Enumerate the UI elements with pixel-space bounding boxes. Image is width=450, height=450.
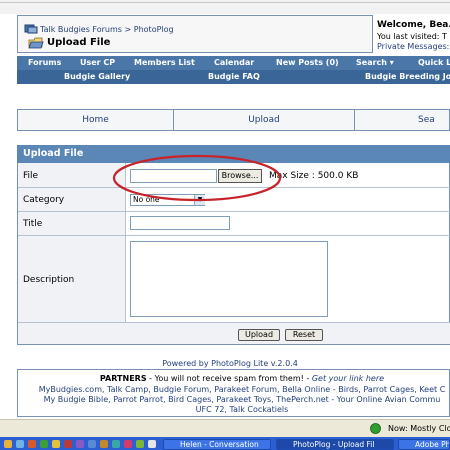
max-size-text: Max Size : 500.0 KB bbox=[269, 171, 359, 181]
tab-home[interactable]: Home bbox=[18, 110, 173, 130]
divider bbox=[18, 211, 450, 212]
partners-get-link[interactable]: Get your link here bbox=[312, 374, 384, 383]
quick-launch-icon[interactable] bbox=[148, 440, 156, 448]
form-button-row bbox=[18, 323, 450, 344]
powered-by-text[interactable]: Powered by PhotoPlog Lite v.2.0.4 bbox=[0, 359, 450, 368]
nav-user-cp[interactable]: User CP bbox=[80, 58, 115, 67]
taskbar-adobe-window[interactable]: Adobe Pho bbox=[398, 439, 450, 450]
breadcrumb-section-link[interactable]: PhotoPlog bbox=[134, 25, 174, 34]
partners-heading: PARTNERS bbox=[99, 374, 147, 383]
nav-calendar[interactable]: Calendar bbox=[214, 58, 254, 67]
last-visited-text: You last visited: T bbox=[377, 32, 447, 41]
description-textarea[interactable] bbox=[130, 241, 328, 317]
welcome-text: Welcome, Bea. bbox=[377, 20, 450, 30]
annotation-circle bbox=[112, 154, 282, 202]
nav-budgie-breeding-journal[interactable]: Budgie Breeding Journ bbox=[365, 72, 450, 81]
quick-launch-icon[interactable] bbox=[112, 440, 120, 448]
partners-note: - You will not receive spam from them! - bbox=[146, 374, 312, 383]
folder-open-icon bbox=[28, 37, 44, 49]
divider bbox=[18, 322, 450, 323]
partners-links-line[interactable]: My Budgie Bible, Parrot Parrot, Bird Cag… bbox=[17, 395, 450, 404]
breadcrumb-separator: > bbox=[124, 25, 132, 34]
title-label: Title bbox=[23, 219, 43, 229]
taskbar-photoplog-window[interactable]: PhotoPlog - Upload Fil bbox=[276, 439, 394, 450]
quick-launch-icon[interactable] bbox=[28, 440, 36, 448]
file-label: File bbox=[23, 171, 39, 181]
nav-budgie-gallery[interactable]: Budgie Gallery bbox=[64, 72, 130, 81]
description-label: Description bbox=[23, 275, 75, 285]
quick-launch-icon[interactable] bbox=[124, 440, 132, 448]
category-label: Category bbox=[23, 195, 65, 205]
upload-button[interactable]: Upload bbox=[238, 329, 280, 341]
partners-header-line: PARTNERS - You will not receive spam fro… bbox=[17, 374, 450, 383]
quick-launch-icon[interactable] bbox=[76, 440, 84, 448]
nav-new-posts[interactable]: New Posts (0) bbox=[276, 58, 339, 67]
quick-launch-icon[interactable] bbox=[40, 440, 48, 448]
weather-status-text: Now: Mostly Cloud bbox=[388, 424, 450, 433]
nav-members-list[interactable]: Members List bbox=[134, 58, 195, 67]
nav-search[interactable]: Search ▾ bbox=[356, 58, 394, 67]
quick-launch-icon[interactable] bbox=[64, 440, 72, 448]
divider bbox=[18, 235, 450, 236]
quick-launch-icon[interactable] bbox=[100, 440, 108, 448]
private-messages-link[interactable]: Private Messages: bbox=[377, 42, 449, 51]
nav-budgie-faq[interactable]: Budgie FAQ bbox=[208, 72, 260, 81]
forum-icon bbox=[24, 24, 38, 34]
nav-quick-links[interactable]: Quick Li bbox=[418, 58, 450, 67]
weather-icon bbox=[370, 423, 381, 434]
title-field[interactable] bbox=[130, 216, 230, 230]
partners-links-line[interactable]: UFC 72, Talk Cockatiels bbox=[17, 405, 450, 414]
quick-launch-icon[interactable] bbox=[136, 440, 144, 448]
tab-divider bbox=[354, 110, 355, 130]
quick-launch-icon[interactable] bbox=[88, 440, 96, 448]
divider bbox=[0, 2, 450, 3]
tab-search[interactable]: Sea bbox=[418, 110, 450, 130]
reset-button[interactable]: Reset bbox=[285, 329, 323, 341]
quick-launch-icon[interactable] bbox=[52, 440, 60, 448]
quick-launch-icon[interactable] bbox=[4, 440, 12, 448]
taskbar-conversation-window[interactable]: Helen - Conversation bbox=[163, 439, 271, 450]
quick-launch-icon[interactable] bbox=[16, 440, 24, 448]
nav-forums[interactable]: Forums bbox=[28, 58, 61, 67]
breadcrumb: Talk Budgies Forums > PhotoPlog bbox=[40, 25, 174, 34]
page-title: Upload File bbox=[47, 37, 111, 48]
browser-status-bar bbox=[0, 419, 450, 438]
tab-upload[interactable]: Upload bbox=[174, 110, 354, 130]
partners-links-line[interactable]: MyBudgies.com, Talk Camp, Budgie Forum, … bbox=[17, 385, 450, 394]
breadcrumb-site-link[interactable]: Talk Budgies Forums bbox=[40, 25, 122, 34]
